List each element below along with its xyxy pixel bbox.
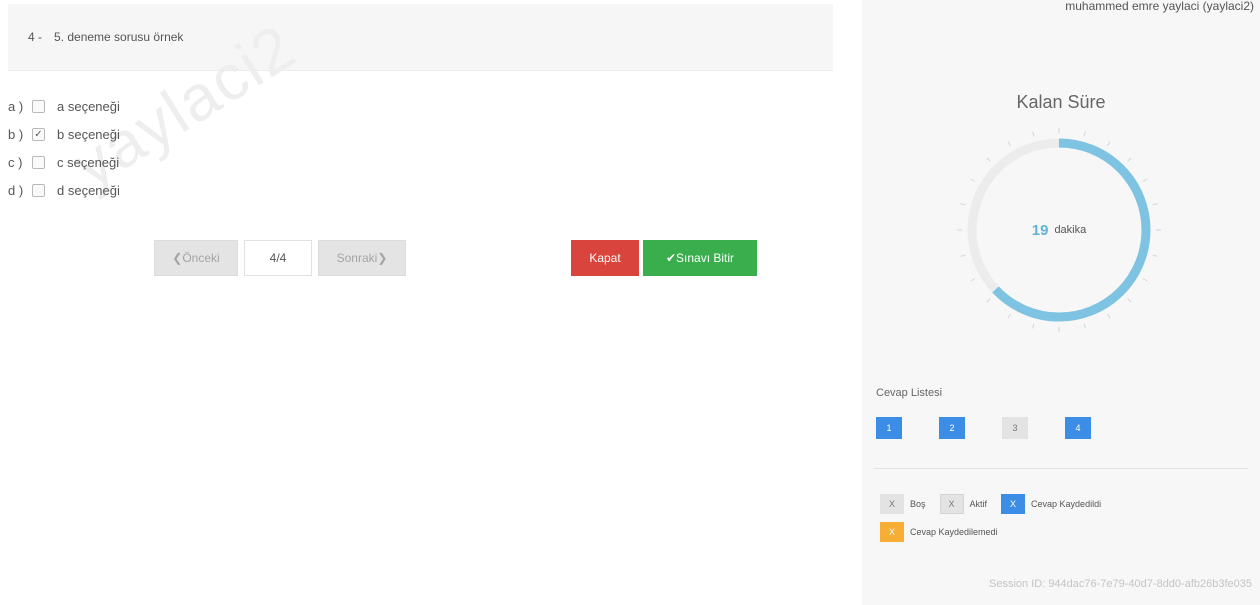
legend-active-label: Aktif bbox=[969, 499, 988, 509]
option-label: c seçeneği bbox=[57, 154, 120, 170]
minutes-value: 19 bbox=[1031, 221, 1049, 239]
status-legend: X Boş X Aktif X Cevap Kaydedildi X Cevap… bbox=[880, 494, 1250, 550]
option-letter: d ) bbox=[8, 182, 24, 198]
answer-item-4[interactable]: 4 bbox=[1065, 417, 1091, 439]
timer-title: Kalan Süre bbox=[1016, 92, 1106, 112]
user-name: muhammed emre yaylaci (yaylaci2) bbox=[1065, 0, 1254, 13]
close-button[interactable]: Kapat bbox=[571, 240, 639, 276]
legend-saved-label: Cevap Kaydedildi bbox=[1031, 499, 1102, 509]
session-id: Session ID: 944dac76-7e79-40d7-8dd0-afb2… bbox=[989, 578, 1252, 590]
finish-exam-button[interactable]: ✔Sınavı Bitir bbox=[643, 240, 757, 276]
option-checkbox[interactable]: ✓ bbox=[32, 127, 45, 141]
legend-unsaved-chip: X bbox=[880, 522, 904, 542]
minutes-label: dakika bbox=[1054, 224, 1087, 236]
answer-list-title: Cevap Listesi bbox=[876, 387, 943, 399]
option-letter: a ) bbox=[8, 98, 24, 114]
option-letter: c ) bbox=[8, 154, 23, 170]
option-checkbox[interactable] bbox=[32, 183, 45, 197]
option-label: a seçeneği bbox=[57, 98, 120, 114]
option-label: b seçeneği bbox=[57, 126, 120, 142]
exam-main: 4 - 5. deneme sorusu örnek yaylaci2 a ) … bbox=[0, 0, 850, 605]
option-letter: b ) bbox=[8, 126, 24, 142]
question-number: 4 - bbox=[28, 30, 43, 44]
option-b[interactable]: b ) ✓ b seçeneği bbox=[8, 120, 120, 148]
pagination: ❮Önceki 4/4 Sonraki❯ bbox=[154, 240, 406, 276]
legend-unsaved-label: Cevap Kaydedilemedi bbox=[910, 527, 998, 537]
previous-button[interactable]: ❮Önceki bbox=[154, 240, 238, 276]
sidebar-divider bbox=[874, 468, 1248, 469]
legend-saved-chip: X bbox=[1001, 494, 1026, 514]
option-checkbox[interactable] bbox=[32, 99, 45, 113]
option-d[interactable]: d ) d seçeneği bbox=[8, 176, 120, 204]
timer-readout: 19 dakika bbox=[954, 125, 1164, 335]
answer-list: 1 2 3 4 bbox=[876, 417, 1128, 439]
answer-item-2[interactable]: 2 bbox=[939, 417, 965, 439]
legend-active-chip: X bbox=[939, 494, 964, 514]
page-indicator: 4/4 bbox=[244, 240, 312, 276]
answer-item-3[interactable]: 3 bbox=[1002, 417, 1028, 439]
option-label: d seçeneği bbox=[57, 182, 120, 198]
question-text: 5. deneme sorusu örnek bbox=[54, 30, 184, 44]
option-c[interactable]: c ) c seçeneği bbox=[8, 148, 120, 176]
next-button[interactable]: Sonraki❯ bbox=[318, 240, 406, 276]
legend-empty-label: Boş bbox=[910, 499, 926, 509]
option-a[interactable]: a ) a seçeneği bbox=[8, 92, 120, 120]
legend-empty-chip: X bbox=[880, 494, 904, 514]
option-checkbox[interactable] bbox=[32, 155, 45, 169]
question-header: 4 - 5. deneme sorusu örnek bbox=[8, 4, 833, 71]
answer-options: a ) a seçeneği b ) ✓ b seçeneği c ) c se… bbox=[8, 92, 120, 204]
answer-item-1[interactable]: 1 bbox=[876, 417, 902, 439]
exam-sidebar: muhammed emre yaylaci (yaylaci2) Kalan S… bbox=[862, 0, 1260, 605]
